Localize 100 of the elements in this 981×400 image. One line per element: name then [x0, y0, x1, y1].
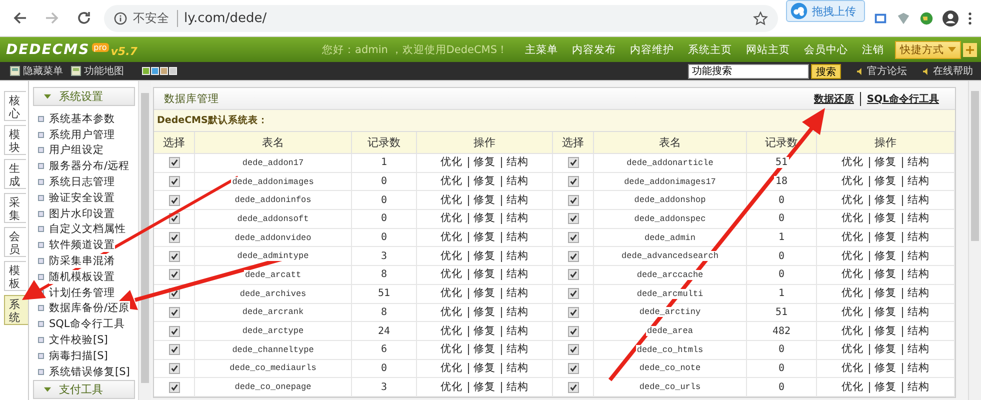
menu-item[interactable]: 文件校验[S] — [49, 333, 108, 348]
side-tab[interactable]: 系统 — [4, 295, 28, 325]
menu-item[interactable]: 防采集串混淆 — [49, 254, 115, 268]
checkbox[interactable] — [568, 194, 578, 206]
checkbox[interactable] — [568, 250, 578, 262]
menu-item[interactable]: 病毒扫描[S] — [49, 348, 108, 363]
nav-link[interactable]: 主菜单 — [518, 42, 565, 56]
action-link[interactable]: 结构 — [902, 362, 934, 374]
checkbox[interactable] — [568, 306, 578, 318]
action-link[interactable]: 优化 — [436, 250, 468, 262]
side-tab[interactable]: 生成 — [4, 159, 26, 189]
scrollbar[interactable] — [968, 81, 981, 400]
action-link[interactable]: 结构 — [902, 250, 934, 262]
checkbox[interactable] — [568, 326, 578, 337]
menu-item[interactable]: 图片水印设置 — [49, 206, 115, 221]
action-link[interactable]: 优化 — [836, 213, 868, 224]
upload-badge[interactable]: 拖拽上传 — [786, 0, 865, 22]
panel-link[interactable]: 数据还原 — [808, 92, 860, 106]
action-link[interactable]: 优化 — [836, 362, 868, 374]
action-link[interactable]: 优化 — [836, 382, 868, 393]
action-link[interactable]: 优化 — [436, 232, 468, 244]
nav-link[interactable]: 内容维护 — [623, 42, 681, 56]
action-link[interactable]: 修复 — [468, 326, 500, 337]
action-link[interactable]: 优化 — [836, 157, 868, 168]
action-link[interactable]: 修复 — [468, 306, 500, 318]
checkbox[interactable] — [168, 194, 180, 206]
action-link[interactable]: 修复 — [868, 269, 902, 280]
shortcut-dropdown[interactable]: 快捷方式 — [895, 40, 961, 58]
checkbox[interactable] — [168, 362, 180, 374]
side-tab[interactable]: 核心 — [4, 91, 26, 121]
action-link[interactable]: 优化 — [436, 213, 468, 224]
checkbox[interactable] — [168, 232, 180, 244]
action-link[interactable]: 修复 — [468, 232, 500, 244]
action-link[interactable]: 修复 — [868, 288, 902, 300]
action-link[interactable]: 修复 — [468, 213, 500, 224]
theme-swatch[interactable] — [142, 67, 150, 75]
checkbox[interactable] — [568, 362, 578, 374]
action-link[interactable]: 优化 — [836, 250, 868, 262]
action-link[interactable]: 修复 — [868, 157, 902, 168]
side-tab[interactable]: 会员 — [4, 227, 26, 257]
action-link[interactable]: 优化 — [836, 269, 868, 280]
nav-link[interactable]: 系统主页 — [681, 42, 739, 56]
action-link[interactable]: 优化 — [436, 288, 468, 300]
menu-item[interactable]: 软件频道设置 — [49, 238, 115, 252]
theme-swatch[interactable] — [169, 67, 177, 75]
checkbox[interactable] — [168, 326, 180, 337]
search-button[interactable]: 搜索 — [811, 64, 841, 78]
checkbox[interactable] — [168, 382, 180, 393]
menu-item[interactable]: 数据库备份/还原 — [49, 301, 130, 316]
nav-link[interactable]: 注销 — [855, 42, 891, 56]
action-link[interactable]: 修复 — [468, 176, 500, 188]
action-link[interactable]: 结构 — [500, 269, 534, 280]
menu-item[interactable]: 服务器分布/远程 — [49, 159, 130, 174]
action-link[interactable]: 优化 — [436, 326, 468, 337]
action-link[interactable]: 结构 — [902, 176, 934, 188]
reload-icon[interactable] — [76, 10, 92, 26]
checkbox[interactable] — [568, 288, 578, 300]
menu-item[interactable]: 随机模板设置 — [49, 270, 115, 284]
address-bar[interactable]: 不安全 ly.com/dede/ — [104, 4, 778, 32]
globe-icon[interactable] — [919, 10, 934, 26]
action-link[interactable]: 修复 — [468, 269, 500, 280]
add-icon[interactable] — [963, 42, 977, 56]
side-tab[interactable]: 采集 — [4, 193, 26, 223]
action-link[interactable]: 结构 — [500, 326, 534, 337]
action-link[interactable]: 修复 — [468, 382, 500, 393]
menu-item[interactable]: 系统错误修复[S] — [49, 364, 130, 379]
action-link[interactable]: 修复 — [868, 213, 902, 224]
action-link[interactable]: 修复 — [468, 344, 500, 356]
action-link[interactable]: 结构 — [500, 157, 534, 168]
checkbox[interactable] — [168, 250, 180, 262]
checkbox[interactable] — [568, 176, 578, 188]
checkbox[interactable] — [168, 306, 180, 318]
action-link[interactable]: 结构 — [902, 382, 934, 393]
action-link[interactable]: 结构 — [902, 344, 934, 356]
action-link[interactable]: 修复 — [868, 382, 902, 393]
toolbar-link[interactable]: 官方论坛 — [867, 64, 907, 78]
toolbar-link[interactable]: 隐藏菜单 — [23, 64, 63, 78]
action-link[interactable]: 优化 — [436, 269, 468, 280]
action-link[interactable]: 修复 — [868, 326, 902, 337]
action-link[interactable]: 结构 — [500, 288, 534, 300]
menu-item[interactable]: 系统用户管理 — [49, 128, 115, 142]
back-icon[interactable] — [12, 10, 28, 26]
search-field[interactable]: 功能搜索 — [688, 64, 809, 78]
action-link[interactable]: 结构 — [500, 362, 534, 374]
menu-item[interactable]: 系统基本参数 — [49, 112, 115, 126]
action-link[interactable]: 修复 — [868, 232, 902, 244]
action-link[interactable]: 优化 — [836, 232, 868, 244]
action-link[interactable]: 优化 — [436, 382, 468, 393]
action-link[interactable]: 结构 — [902, 288, 934, 300]
checkbox[interactable] — [168, 176, 180, 188]
action-link[interactable]: 优化 — [836, 326, 868, 337]
action-link[interactable]: 修复 — [468, 194, 500, 206]
action-link[interactable]: 优化 — [836, 306, 868, 318]
panel-link[interactable]: SQL命令行工具 — [860, 92, 945, 106]
profile-icon[interactable] — [942, 10, 959, 26]
action-link[interactable]: 修复 — [868, 362, 902, 374]
action-link[interactable]: 结构 — [500, 213, 534, 224]
checkbox[interactable] — [168, 344, 180, 356]
toolbar-link[interactable]: 功能地图 — [84, 64, 124, 78]
action-link[interactable]: 优化 — [836, 288, 868, 300]
